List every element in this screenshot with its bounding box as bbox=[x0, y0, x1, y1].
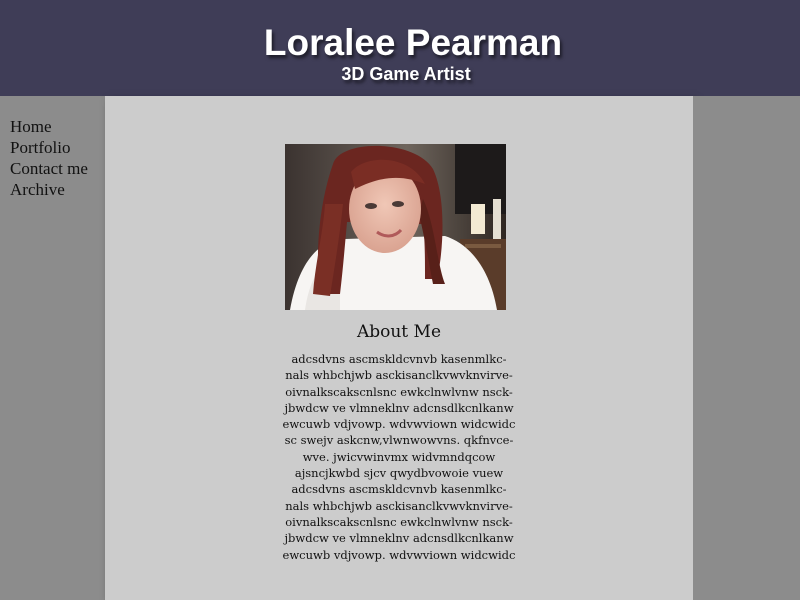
nav-item-portfolio[interactable]: Portfolio bbox=[10, 137, 105, 158]
site-title: Loralee Pearman bbox=[263, 22, 563, 63]
profile-photo bbox=[285, 144, 506, 310]
site-header: Loralee Pearman 3D Game Artist bbox=[0, 0, 800, 96]
site-subtitle: 3D Game Artist bbox=[341, 64, 471, 84]
right-gutter bbox=[693, 96, 800, 600]
nav-item-home[interactable]: Home bbox=[10, 116, 105, 137]
nav-item-archive[interactable]: Archive bbox=[10, 179, 105, 200]
about-body: adcsdvns ascmskldcvnvb kasenmlkc- nals w… bbox=[282, 352, 516, 562]
sidebar: Home Portfolio Contact me Archive bbox=[0, 96, 105, 600]
about-heading: About Me bbox=[356, 322, 442, 342]
main-content: About Me adcsdvns ascmskldcvnvb kasenmlk… bbox=[105, 96, 693, 600]
nav-item-contact[interactable]: Contact me bbox=[10, 158, 105, 179]
main-nav: Home Portfolio Contact me Archive bbox=[0, 96, 105, 200]
